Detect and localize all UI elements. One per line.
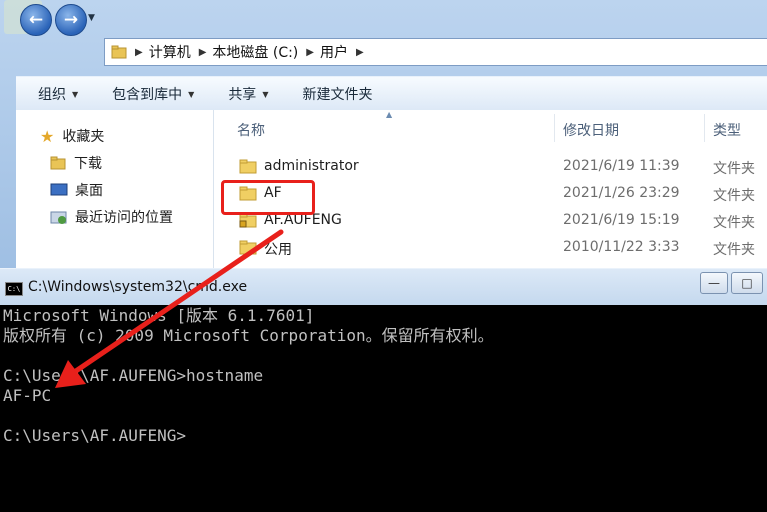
annotation-arrow	[55, 229, 284, 388]
